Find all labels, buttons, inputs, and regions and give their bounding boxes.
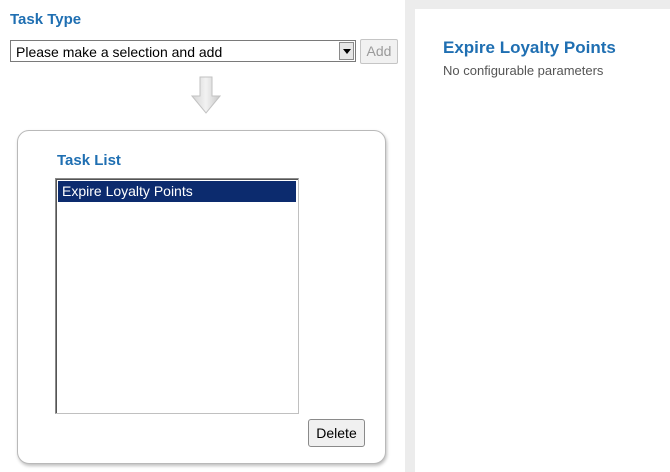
details-subtitle: No configurable parameters <box>443 63 604 78</box>
task-list-heading: Task List <box>57 152 121 169</box>
task-listbox[interactable]: Expire Loyalty Points <box>55 178 299 414</box>
details-title: Expire Loyalty Points <box>443 38 616 57</box>
list-item[interactable]: Expire Loyalty Points <box>58 181 296 202</box>
delete-button[interactable]: Delete <box>308 419 365 447</box>
task-type-select-value: Please make a selection and add <box>16 44 223 60</box>
arrow-down-icon <box>190 76 222 119</box>
task-type-select[interactable]: Please make a selection and add <box>10 40 356 62</box>
chevron-down-icon[interactable] <box>339 42 354 60</box>
add-button[interactable]: Add <box>360 39 398 64</box>
task-type-heading: Task Type <box>10 11 82 28</box>
details-panel-inner: Expire Loyalty Points No configurable pa… <box>415 9 670 472</box>
details-panel: Expire Loyalty Points No configurable pa… <box>405 0 670 472</box>
